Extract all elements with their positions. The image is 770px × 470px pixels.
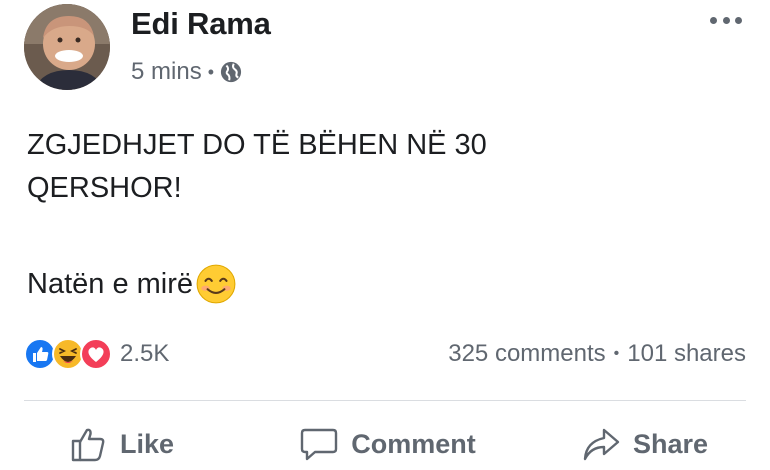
reactions-row: 2.5K 325 comments • 101 shares xyxy=(24,334,746,374)
comment-label: Comment xyxy=(351,428,476,459)
post-header: Edi Rama 5 mins • xyxy=(24,4,746,94)
reactions-count[interactable]: 2.5K xyxy=(120,340,169,368)
share-label: Share xyxy=(632,428,708,459)
post-text-line: QERSHOR! xyxy=(27,172,182,204)
more-options-icon[interactable] xyxy=(706,8,746,32)
divider xyxy=(24,400,746,401)
like-label: Like xyxy=(120,428,175,459)
avatar-photo xyxy=(24,4,110,90)
stats-separator: • xyxy=(613,345,620,362)
share-arrow-icon xyxy=(583,428,620,461)
thumbs-up-icon xyxy=(71,428,105,462)
post-text-line: ZGJEDHJET DO TË BËHEN NË 30 xyxy=(27,129,487,161)
post-actions: Like Comment Share xyxy=(24,418,746,470)
post-time[interactable]: 5 mins xyxy=(131,58,202,86)
post-text-goodnight: Natën e mirë xyxy=(27,263,237,305)
comment-button[interactable]: Comment xyxy=(299,424,476,464)
post-text-line: Natën e mirë xyxy=(27,267,194,300)
comment-bubble-icon xyxy=(301,428,338,461)
meta-separator: • xyxy=(207,61,214,82)
reaction-summary[interactable]: 2.5K xyxy=(24,338,169,370)
post-meta: 5 mins • xyxy=(131,58,242,86)
love-icon xyxy=(80,338,112,370)
share-button[interactable]: Share xyxy=(581,424,708,464)
shares-count[interactable]: 101 shares xyxy=(627,340,746,368)
smiling-face-icon xyxy=(196,264,236,304)
more-dot xyxy=(710,16,717,24)
more-dot xyxy=(735,16,742,24)
author-name[interactable]: Edi Rama xyxy=(131,6,271,42)
engagement-stats: 325 comments • 101 shares xyxy=(448,340,746,368)
more-dot xyxy=(722,16,730,24)
comments-count[interactable]: 325 comments xyxy=(448,340,605,368)
avatar[interactable] xyxy=(24,4,110,90)
like-button[interactable]: Like xyxy=(68,424,174,464)
globe-icon xyxy=(220,61,242,83)
post-text: ZGJEDHJET DO TË BËHEN NË 30 QERSHOR! xyxy=(27,124,727,210)
